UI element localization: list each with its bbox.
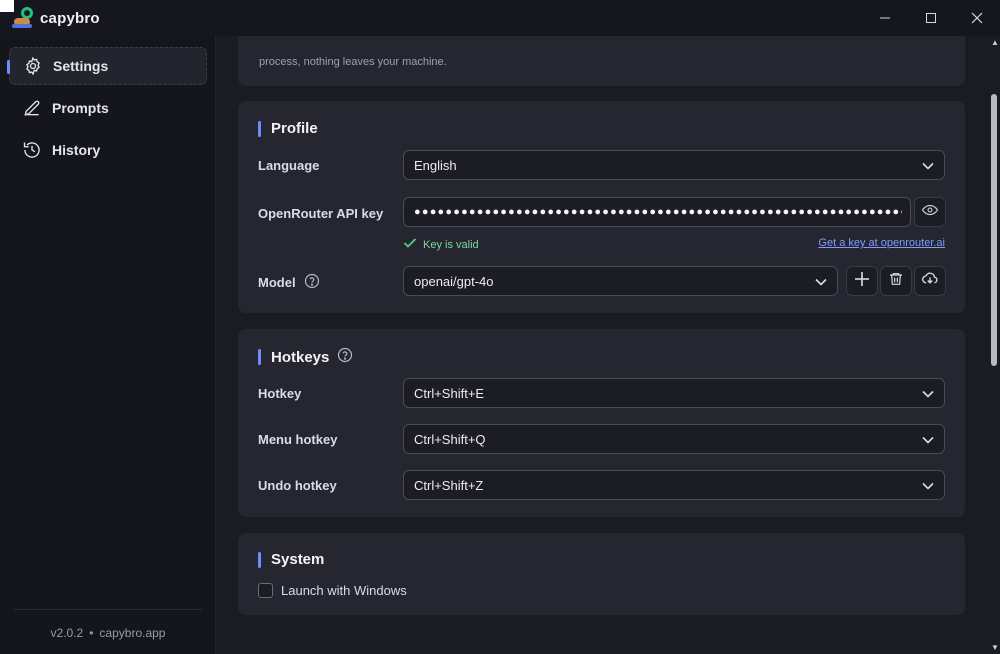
settings-panel: process, nothing leaves your machine. Pr… bbox=[217, 36, 1000, 654]
chevron-down-icon bbox=[920, 158, 936, 174]
close-button[interactable] bbox=[954, 0, 1000, 36]
system-title: System bbox=[258, 551, 324, 568]
chevron-down-icon bbox=[920, 386, 936, 402]
plus-icon bbox=[853, 270, 871, 293]
hotkey-select[interactable]: Ctrl+Shift+E bbox=[403, 378, 945, 408]
menu-hotkey-value: Ctrl+Shift+Q bbox=[414, 431, 486, 447]
chevron-down-icon bbox=[813, 274, 829, 290]
capybara-logo-icon bbox=[12, 7, 36, 29]
model-label: Model bbox=[258, 273, 320, 292]
help-icon[interactable] bbox=[337, 347, 353, 367]
help-icon[interactable] bbox=[304, 273, 320, 292]
eye-icon bbox=[921, 201, 939, 224]
api-key-value: ●●●●●●●●●●●●●●●●●●●●●●●●●●●●●●●●●●●●●●●●… bbox=[414, 206, 902, 218]
get-key-link[interactable]: Get a key at openrouter.ai bbox=[818, 237, 945, 249]
model-select[interactable]: openai/gpt-4o bbox=[403, 266, 838, 296]
sidebar-item-label: Settings bbox=[53, 58, 109, 74]
download-model-button[interactable] bbox=[914, 266, 946, 296]
model-label-text: Model bbox=[258, 275, 296, 290]
language-label: Language bbox=[258, 158, 320, 173]
show-key-button[interactable] bbox=[914, 197, 946, 227]
api-key-label: OpenRouter API key bbox=[258, 206, 384, 221]
scroll-thumb[interactable] bbox=[991, 94, 997, 366]
section-accent bbox=[258, 120, 261, 137]
language-value: English bbox=[414, 157, 457, 173]
trash-icon bbox=[888, 271, 904, 292]
maximize-button[interactable] bbox=[908, 0, 954, 36]
sidebar-divider bbox=[14, 609, 202, 610]
footer-separator: • bbox=[89, 626, 94, 640]
hotkeys-title: Hotkeys bbox=[258, 347, 353, 367]
menu-hotkey-select[interactable]: Ctrl+Shift+Q bbox=[403, 424, 945, 454]
history-icon bbox=[22, 140, 42, 160]
profile-title: Profile bbox=[258, 120, 318, 137]
hotkey-label: Hotkey bbox=[258, 386, 302, 401]
launch-label: Launch with Windows bbox=[281, 583, 407, 598]
hotkey-value: Ctrl+Shift+E bbox=[414, 385, 485, 401]
launch-with-windows-option[interactable]: Launch with Windows bbox=[258, 583, 407, 598]
sidebar-item-label: Prompts bbox=[52, 100, 109, 116]
section-accent bbox=[258, 349, 261, 365]
system-card: System Launch with Windows bbox=[238, 533, 965, 615]
profile-card: Profile Language English OpenRouter API … bbox=[238, 101, 965, 313]
pencil-icon bbox=[22, 98, 42, 118]
undo-hotkey-value: Ctrl+Shift+Z bbox=[414, 477, 484, 493]
language-select[interactable]: English bbox=[403, 150, 945, 180]
version-label: v2.0.2 bbox=[50, 626, 84, 640]
key-status: Key is valid bbox=[403, 237, 479, 252]
privacy-text: process, nothing leaves your machine. bbox=[259, 56, 447, 68]
scroll-down-arrow-icon[interactable]: ▼ bbox=[991, 643, 999, 652]
section-accent bbox=[258, 551, 261, 568]
sidebar-footer: v2.0.2 • capybro.app bbox=[0, 626, 216, 640]
site-link[interactable]: capybro.app bbox=[99, 626, 165, 640]
model-value: openai/gpt-4o bbox=[414, 273, 494, 289]
check-icon bbox=[403, 237, 417, 252]
sidebar-item-history[interactable]: History bbox=[9, 131, 207, 169]
section-title: Hotkeys bbox=[271, 348, 330, 366]
app-logo: capybro bbox=[12, 7, 100, 29]
add-model-button[interactable] bbox=[846, 266, 878, 296]
key-status-text: Key is valid bbox=[423, 238, 479, 251]
sidebar-item-settings[interactable]: Settings bbox=[7, 47, 207, 85]
sidebar-item-prompts[interactable]: Prompts bbox=[9, 89, 207, 127]
scrollbar[interactable]: ▲ ▼ bbox=[989, 36, 1000, 654]
sidebar-item-label: History bbox=[52, 142, 101, 158]
active-indicator bbox=[7, 60, 10, 74]
chevron-down-icon bbox=[920, 478, 936, 494]
api-key-input[interactable]: ●●●●●●●●●●●●●●●●●●●●●●●●●●●●●●●●●●●●●●●●… bbox=[403, 197, 911, 227]
launch-checkbox[interactable] bbox=[258, 583, 273, 598]
section-title: System bbox=[271, 551, 325, 568]
privacy-card: process, nothing leaves your machine. bbox=[238, 36, 965, 86]
hotkeys-card: Hotkeys Hotkey Ctrl+Shift+E Menu hotkey … bbox=[238, 329, 965, 517]
sidebar: Settings Prompts History v2.0.2 • capybro.… bbox=[0, 36, 216, 654]
undo-hotkey-label: Undo hotkey bbox=[258, 478, 337, 493]
menu-hotkey-label: Menu hotkey bbox=[258, 432, 338, 447]
minimize-button[interactable] bbox=[862, 0, 908, 36]
app-name: capybro bbox=[40, 9, 100, 27]
title-bar: capybro bbox=[0, 0, 1000, 36]
section-title: Profile bbox=[271, 120, 318, 137]
delete-model-button[interactable] bbox=[880, 266, 912, 296]
cloud-download-icon bbox=[921, 270, 939, 293]
undo-hotkey-select[interactable]: Ctrl+Shift+Z bbox=[403, 470, 945, 500]
scroll-up-arrow-icon[interactable]: ▲ bbox=[991, 38, 999, 47]
chevron-down-icon bbox=[920, 432, 936, 448]
gear-icon bbox=[23, 56, 43, 76]
